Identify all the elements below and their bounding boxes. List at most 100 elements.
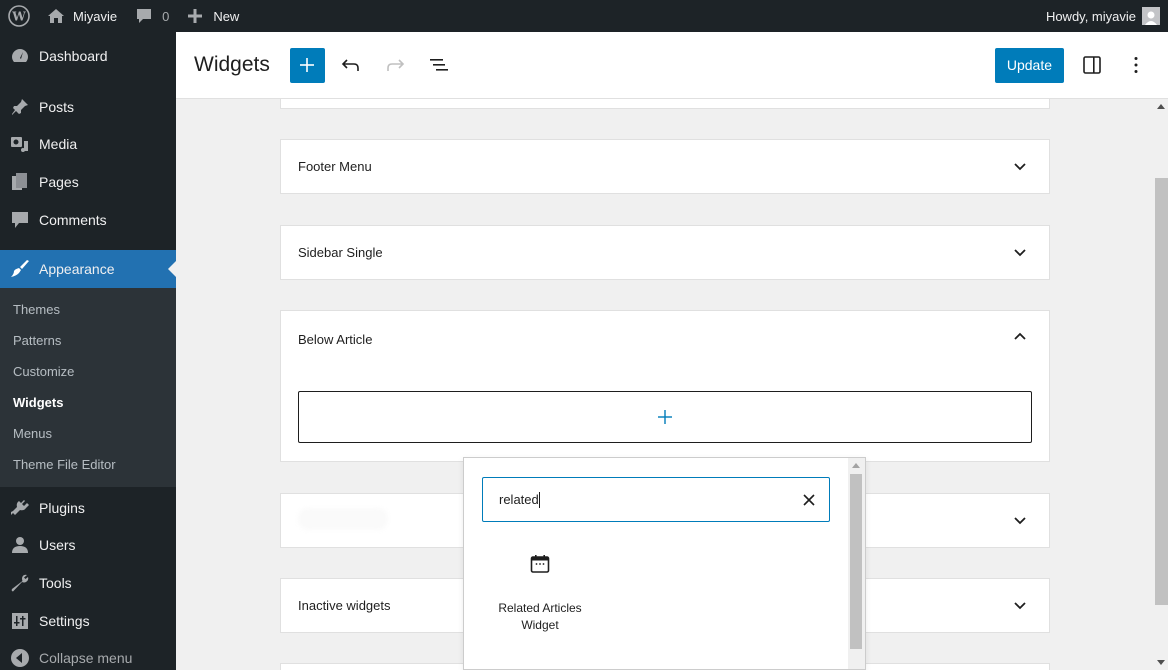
list-view-icon	[429, 59, 448, 71]
scroll-down-icon[interactable]	[1157, 660, 1165, 665]
brush-icon	[10, 259, 30, 279]
new-label: New	[213, 8, 240, 24]
inserter-scrollbar[interactable]	[848, 458, 865, 669]
plug-icon	[10, 498, 30, 518]
collapse-icon	[10, 648, 30, 668]
block-search-input[interactable]: related	[482, 477, 830, 522]
menu-label: Media	[39, 136, 78, 152]
scrollbar-thumb[interactable]	[1155, 178, 1168, 605]
chevron-down-icon[interactable]	[1008, 241, 1032, 265]
wrench-icon	[10, 573, 30, 593]
avatar	[1142, 7, 1160, 25]
menu-dashboard[interactable]: Dashboard	[0, 32, 176, 79]
menu-comments[interactable]: Comments	[0, 201, 176, 239]
widget-area-label: Footer Menu	[298, 159, 372, 174]
plus-icon	[188, 9, 203, 23]
settings-icon	[10, 611, 30, 631]
redo-button[interactable]	[377, 47, 413, 83]
widget-area-label: Below Article	[298, 331, 373, 347]
plus-icon	[658, 410, 672, 424]
greeting: Howdy, miyavie	[1045, 8, 1136, 24]
update-button[interactable]: Update	[994, 47, 1064, 83]
block-result-related-articles[interactable]: Related Articles Widget	[484, 554, 596, 634]
svg-text:W: W	[11, 10, 26, 24]
site-name: Miyavie	[73, 8, 118, 24]
calendar-icon	[530, 555, 550, 573]
collapse-menu-button[interactable]: Collapse menu	[0, 639, 176, 670]
pin-icon	[10, 97, 30, 117]
block-appender-button[interactable]	[298, 391, 1032, 443]
page-title: Widgets	[194, 53, 270, 76]
scrollbar-thumb[interactable]	[850, 474, 862, 649]
plus-icon	[300, 58, 315, 72]
pages-icon	[10, 172, 30, 192]
widget-area-label: Sidebar Single	[298, 245, 383, 260]
block-result-label: Related Articles Widget	[498, 601, 582, 632]
menu-appearance[interactable]: Appearance	[0, 250, 176, 288]
menu-settings[interactable]: Settings	[0, 602, 176, 639]
wp-logo-button[interactable]: W	[0, 0, 37, 32]
widget-area-footer-menu[interactable]: Footer Menu	[280, 139, 1050, 194]
menu-label: Posts	[39, 98, 75, 115]
options-menu-button[interactable]	[1118, 47, 1154, 83]
admin-bar: W Miyavie 0 New Howdy, miyavie	[0, 0, 1168, 32]
menu-label: Pages	[39, 174, 79, 190]
text-caret	[538, 491, 540, 508]
menu-label: Tools	[39, 575, 72, 591]
submenu-customize[interactable]: Customize	[0, 356, 176, 387]
admin-sidebar: Dashboard Posts Media Pages Comments App…	[0, 32, 176, 670]
page-scrollbar[interactable]	[1154, 99, 1168, 670]
scroll-up-icon[interactable]	[1157, 104, 1165, 109]
menu-label: Dashboard	[39, 47, 108, 64]
clear-search-button[interactable]	[803, 493, 815, 506]
scroll-up-icon[interactable]	[852, 463, 860, 468]
menu-plugins[interactable]: Plugins	[0, 489, 176, 526]
widget-area-below-article[interactable]: Below Article	[280, 310, 1050, 462]
chevron-down-icon[interactable]	[1008, 594, 1032, 618]
new-content-link[interactable]: New	[176, 0, 246, 32]
widget-area-sidebar-single[interactable]: Sidebar Single	[280, 225, 1050, 280]
chevron-down-icon[interactable]	[1008, 509, 1032, 533]
menu-label: Users	[39, 537, 76, 553]
editor-header: Widgets Update	[176, 32, 1168, 99]
submenu-themes[interactable]: Themes	[0, 294, 176, 325]
menu-label: Settings	[39, 612, 90, 629]
menu-users[interactable]: Users	[0, 526, 176, 564]
collapse-label: Collapse menu	[39, 650, 133, 666]
wordpress-icon: W	[8, 5, 30, 27]
list-view-button[interactable]	[421, 47, 457, 83]
close-icon	[803, 493, 815, 506]
comments-link[interactable]: 0	[124, 0, 176, 32]
menu-pages[interactable]: Pages	[0, 163, 176, 201]
settings-sidebar-toggle[interactable]	[1074, 47, 1110, 83]
menu-label: Appearance	[39, 261, 115, 277]
comment-icon	[137, 9, 152, 23]
my-account[interactable]: Howdy, miyavie	[1046, 7, 1168, 25]
search-value: related	[499, 492, 539, 507]
block-inserter-toggle[interactable]	[289, 47, 325, 83]
user-avatar-icon	[1145, 11, 1157, 25]
submenu-theme-file-editor[interactable]: Theme File Editor	[0, 449, 176, 480]
menu-tools[interactable]: Tools	[0, 564, 176, 602]
sidebar-panel-icon	[1083, 56, 1101, 74]
appearance-submenu: Themes Patterns Customize Widgets Menus …	[0, 288, 176, 487]
undo-icon	[341, 59, 359, 71]
submenu-widgets[interactable]: Widgets	[0, 387, 176, 418]
site-name-link[interactable]: Miyavie	[37, 0, 124, 32]
comment-icon	[10, 210, 30, 230]
menu-label: Comments	[39, 212, 107, 228]
block-inserter-popover: related Related Articles Widget	[463, 457, 866, 670]
comments-count: 0	[162, 8, 170, 24]
submenu-patterns[interactable]: Patterns	[0, 325, 176, 356]
submenu-menus[interactable]: Menus	[0, 418, 176, 449]
media-icon	[10, 134, 30, 154]
home-icon	[48, 9, 64, 23]
menu-media[interactable]: Media	[0, 125, 176, 163]
chevron-down-icon[interactable]	[1008, 155, 1032, 179]
chevron-up-icon[interactable]	[1008, 324, 1032, 348]
user-icon	[10, 535, 30, 555]
undo-button[interactable]	[333, 47, 369, 83]
more-vertical-icon	[1134, 57, 1138, 73]
menu-posts[interactable]: Posts	[0, 88, 176, 125]
widget-area-top-partial[interactable]	[280, 99, 1050, 109]
